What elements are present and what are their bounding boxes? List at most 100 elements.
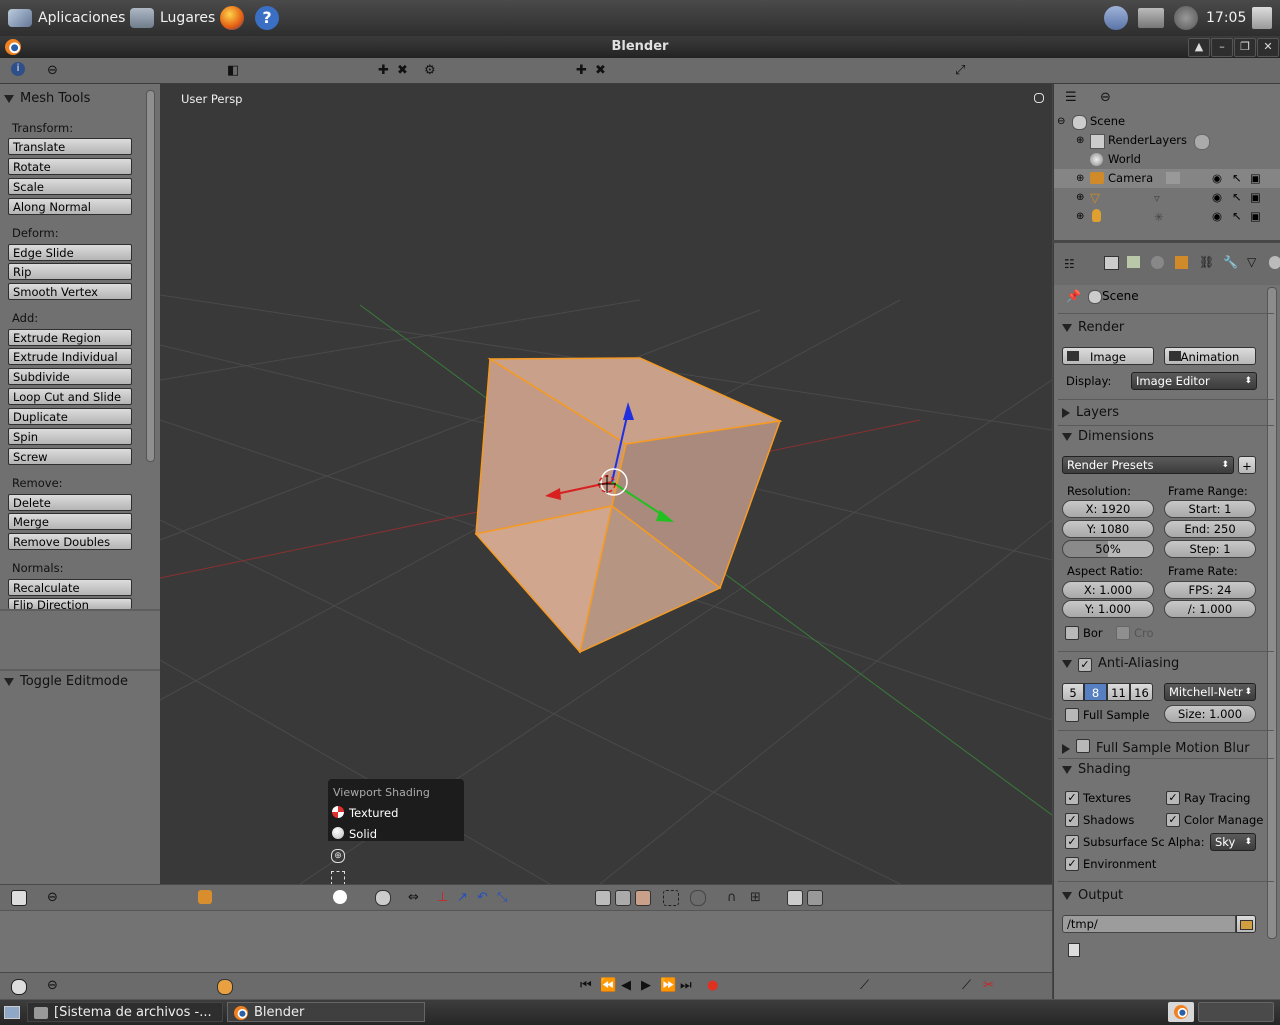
properties-scrollbar[interactable] (1267, 287, 1277, 939)
add-preset-button[interactable]: + (1238, 456, 1256, 474)
record-icon[interactable]: ● (707, 978, 718, 993)
data-tab-icon[interactable]: ▽ (1247, 255, 1256, 269)
aa-samples-16[interactable]: 16 (1130, 683, 1153, 701)
display-select[interactable]: Image Editor ⬍ (1131, 372, 1257, 390)
aa-samples-5[interactable]: 5 (1062, 683, 1084, 701)
taskbar-item-filesystem[interactable]: [Sistema de archivos -... (27, 1002, 223, 1022)
modifiers-tab-icon[interactable]: 🔧 (1223, 255, 1238, 269)
scale-button[interactable]: Scale (8, 178, 132, 195)
ray-tracing-checkbox[interactable]: ✓ (1166, 791, 1180, 805)
mesh-tools-panel-header[interactable]: Mesh Tools (4, 91, 138, 113)
border-checkbox[interactable] (1065, 626, 1079, 640)
outliner-row-camera[interactable]: ⊕ Camera ◉ ↖ ▣ (1054, 169, 1280, 188)
outliner-row-lamp[interactable]: ⊕ ✳ ◉ ↖ ▣ (1054, 207, 1280, 226)
recalculate-button[interactable]: Recalculate (8, 579, 132, 596)
motion-blur-checkbox[interactable] (1076, 739, 1090, 753)
render-layers-tab-icon[interactable] (1127, 256, 1140, 268)
menu-collapse-icon[interactable]: ⊖ (1100, 90, 1111, 105)
play-icon[interactable]: ▶ (641, 978, 651, 993)
places-menu[interactable]: Lugares (130, 0, 215, 36)
shadows-checkbox[interactable]: ✓ (1065, 813, 1079, 827)
loop-cut-and-slide-button[interactable]: Loop Cut and Slide (8, 388, 132, 405)
clock[interactable]: 17:05 (1206, 0, 1246, 36)
applications-menu[interactable]: Aplicaciones (8, 0, 125, 36)
aspect-y-field[interactable]: Y: 1.000 (1062, 600, 1154, 618)
close-button[interactable]: ✕ (1257, 38, 1279, 57)
output-path-field[interactable]: /tmp/ (1062, 915, 1236, 933)
expand-icon[interactable]: ⊕ (1076, 131, 1084, 150)
object-tab-icon[interactable] (1175, 256, 1188, 269)
shading-panel-header[interactable]: Shading (1062, 762, 1131, 777)
limit-selection-icon[interactable] (663, 890, 679, 906)
proportional-edit-icon[interactable] (690, 890, 706, 906)
select-cursor-icon[interactable]: ↖ (1232, 169, 1242, 188)
snap-element-icon[interactable]: ⊞ (750, 890, 764, 905)
pin-icon[interactable]: 📌 (1066, 289, 1081, 303)
keyframe-line-icon[interactable]: ⟋ (860, 978, 869, 993)
3d-viewport[interactable]: User Persp (160, 84, 1052, 884)
screw-button[interactable]: Screw (8, 448, 132, 465)
visibility-eye-icon[interactable]: ◉ (1212, 207, 1222, 226)
select-arrow-icon[interactable]: ↗ (457, 890, 471, 905)
constraints-tab-icon[interactable]: ⛓ (1199, 255, 1214, 269)
translate-manipulator-icon[interactable]: ⊥ (437, 890, 451, 905)
resolution-percentage-slider[interactable]: 50% (1062, 540, 1154, 558)
crop-checkbox[interactable] (1116, 626, 1130, 640)
user-status[interactable] (1104, 0, 1128, 36)
shading-option-textured[interactable]: Textured (331, 804, 461, 822)
render-still-icon[interactable] (787, 890, 803, 906)
jump-end-icon[interactable]: ⏭ (680, 978, 692, 993)
dimensions-panel-header[interactable]: Dimensions (1062, 429, 1154, 444)
outliner-row-world[interactable]: World (1054, 150, 1280, 169)
outliner-row-scene[interactable]: ⊖ Scene (1054, 112, 1280, 131)
environment-checkbox[interactable]: ✓ (1065, 857, 1079, 871)
select-cursor-icon[interactable]: ↖ (1232, 188, 1242, 207)
workspace-2[interactable] (1198, 1002, 1274, 1022)
add-scene-icon[interactable]: ✚ (576, 63, 587, 78)
prev-keyframe-icon[interactable]: ⏪ (600, 978, 616, 993)
select-cursor-icon[interactable]: ↖ (1232, 207, 1242, 226)
outliner-editor-icon[interactable]: ☰ (1065, 90, 1077, 105)
remove-scene-icon[interactable]: ✖ (595, 63, 606, 78)
pivot-point-icon[interactable] (375, 890, 391, 906)
expand-icon[interactable]: ⊕ (1076, 188, 1084, 207)
render-camera-icon[interactable]: ▣ (1250, 207, 1261, 226)
wireframe-shading-icon[interactable]: ⊕ (331, 849, 345, 863)
duplicate-button[interactable]: Duplicate (8, 408, 132, 425)
play-reverse-icon[interactable]: ◀ (621, 978, 631, 993)
anti-aliasing-panel-header[interactable]: ✓ Anti-Aliasing (1062, 656, 1179, 672)
motion-blur-panel-header[interactable]: Full Sample Motion Blur (1062, 738, 1250, 756)
along-normal-button[interactable]: Along Normal (8, 198, 132, 215)
scene-tab-icon[interactable] (1151, 256, 1164, 269)
expand-icon[interactable]: ⊕ (1076, 207, 1084, 226)
render-animation-icon[interactable] (807, 890, 823, 906)
aa-samples-11[interactable]: 11 (1107, 683, 1130, 701)
rotate-button[interactable]: Rotate (8, 158, 132, 175)
timeline-area[interactable] (0, 910, 1052, 973)
remove-screen-icon[interactable]: ✖ (397, 63, 408, 78)
outliner-row-renderlayers[interactable]: ⊕ RenderLayers (1054, 131, 1280, 150)
flip-direction-button[interactable]: Flip Direction (8, 598, 132, 609)
visibility-eye-icon[interactable]: ◉ (1212, 169, 1222, 188)
delete-button[interactable]: Delete (8, 494, 132, 511)
render-camera-icon[interactable]: ▣ (1250, 188, 1261, 207)
render-camera-icon[interactable]: ▣ (1250, 169, 1261, 188)
layers-panel-header[interactable]: Layers (1062, 405, 1119, 420)
insert-keyframe-icon[interactable]: ⟋ (962, 978, 971, 993)
viewport-shading-icon[interactable] (333, 890, 347, 904)
snap-icon[interactable]: ∩ (727, 890, 741, 905)
next-keyframe-icon[interactable]: ⏩ (660, 978, 676, 993)
aa-filter-select[interactable]: Mitchell-Netr ⬍ (1164, 683, 1256, 701)
aspect-x-field[interactable]: X: 1.000 (1062, 581, 1154, 599)
manipulator-toggle-icon[interactable]: ⇔ (408, 890, 422, 905)
toggle-editmode-panel-header[interactable]: Toggle Editmode (4, 674, 138, 696)
file-format-icon[interactable] (1068, 943, 1080, 957)
render-tab-icon[interactable] (1104, 256, 1119, 270)
show-desktop-icon[interactable] (4, 1006, 20, 1019)
vertex-select-icon[interactable] (595, 890, 611, 906)
translate-button[interactable]: Translate (8, 138, 132, 155)
extrude-region-button[interactable]: Extrude Region (8, 329, 132, 346)
session-menu[interactable] (1252, 0, 1272, 36)
help-launcher[interactable]: ? (255, 0, 279, 36)
visibility-eye-icon[interactable]: ◉ (1212, 188, 1222, 207)
